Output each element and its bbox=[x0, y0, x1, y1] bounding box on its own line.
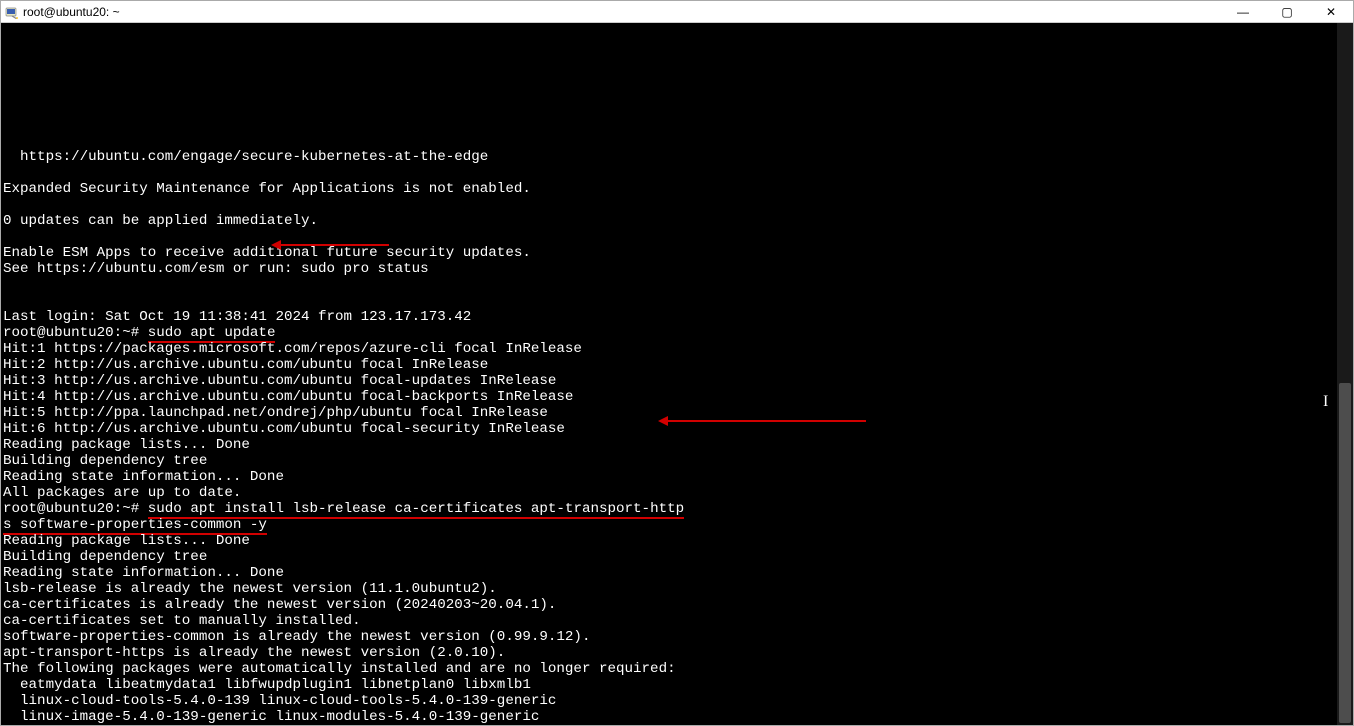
window-titlebar[interactable]: root@ubuntu20: ~ — ▢ ✕ bbox=[1, 1, 1353, 23]
terminal-wrap: https://ubuntu.com/engage/secure-kuberne… bbox=[1, 23, 1353, 725]
scrollbar-thumb[interactable] bbox=[1339, 383, 1351, 723]
annotation-arrow-2 bbox=[666, 420, 866, 422]
minimize-button[interactable]: — bbox=[1221, 1, 1265, 22]
titlebar-left: root@ubuntu20: ~ bbox=[5, 5, 120, 19]
window-controls: — ▢ ✕ bbox=[1221, 1, 1353, 22]
annotation-arrow-1 bbox=[279, 244, 389, 246]
text-cursor-ibeam: I bbox=[1323, 393, 1328, 411]
putty-icon bbox=[5, 5, 19, 19]
terminal-output[interactable]: https://ubuntu.com/engage/secure-kuberne… bbox=[1, 23, 1337, 725]
close-button[interactable]: ✕ bbox=[1309, 1, 1353, 22]
window-title: root@ubuntu20: ~ bbox=[23, 5, 120, 19]
putty-window: root@ubuntu20: ~ — ▢ ✕ https://ubuntu.co… bbox=[0, 0, 1354, 726]
scrollbar-vertical[interactable] bbox=[1337, 23, 1353, 725]
maximize-button[interactable]: ▢ bbox=[1265, 1, 1309, 22]
